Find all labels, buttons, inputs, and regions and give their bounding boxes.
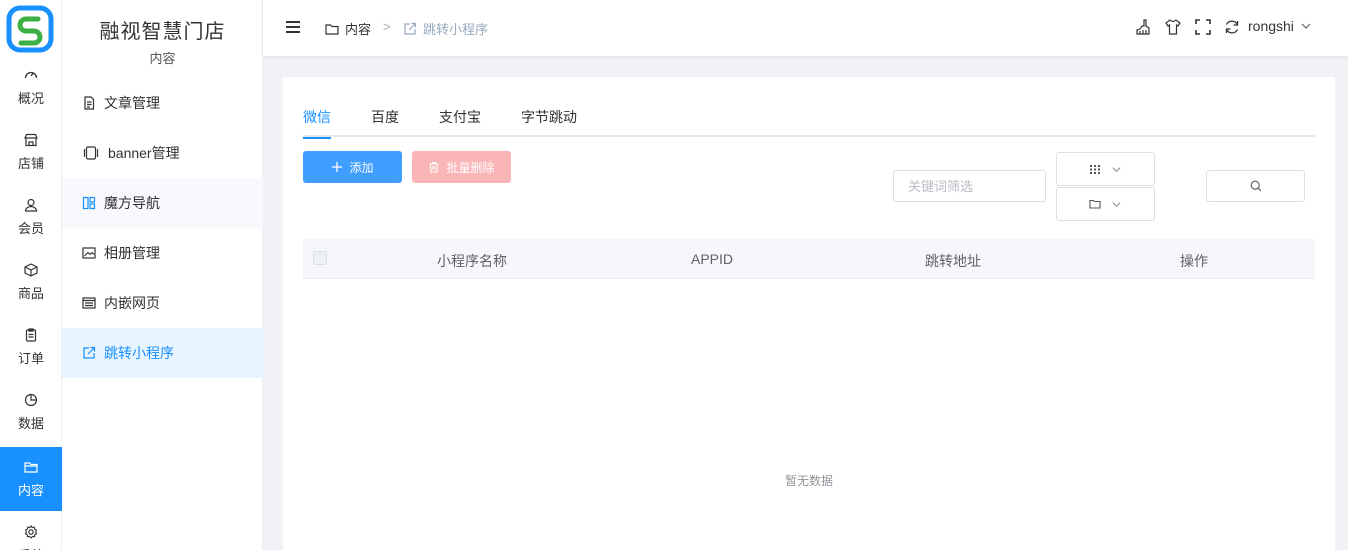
top-header: 内容 > 跳转小程序 rongshi bbox=[263, 0, 1348, 56]
rail-item-label: 商品 bbox=[17, 285, 44, 301]
grid-icon bbox=[1090, 165, 1100, 174]
breadcrumb-label: 内容 bbox=[345, 22, 372, 37]
tab-label: 微信 bbox=[303, 109, 331, 125]
category-select[interactable] bbox=[1056, 152, 1155, 186]
dashboard-icon bbox=[24, 71, 38, 78]
breadcrumb-item-content[interactable]: 内容 bbox=[325, 19, 371, 38]
table-header: 小程序名称 APPID 跳转地址 操作 bbox=[303, 239, 1315, 279]
empty-table-text: 暂无数据 bbox=[784, 474, 833, 488]
submenu-item-label: 文章管理 bbox=[104, 95, 160, 111]
tab-alipay[interactable]: 支付宝 bbox=[439, 107, 481, 137]
share-icon bbox=[404, 22, 417, 35]
column-header-actions: 操作 bbox=[1180, 253, 1208, 269]
document-icon bbox=[84, 96, 95, 110]
breadcrumb-label: 跳转小程序 bbox=[423, 22, 489, 37]
submenu-item-label: 魔方导航 bbox=[104, 195, 160, 211]
rail-item-label: 订单 bbox=[17, 350, 44, 366]
trash-icon bbox=[429, 161, 439, 173]
submenu-item-cube-nav[interactable]: 魔方导航 bbox=[62, 178, 263, 228]
platform-tabs: 微信 百度 支付宝 字节跳动 bbox=[303, 107, 1315, 139]
plus-icon bbox=[332, 162, 343, 172]
content-submenu: 融视智慧门店 内容 文章管理 banner管理 魔方导航 相册管理 内嵌网页 跳… bbox=[62, 0, 263, 550]
submenu-item-album[interactable]: 相册管理 bbox=[62, 228, 263, 278]
breadcrumb-separator: > bbox=[383, 19, 391, 34]
rail-item-label: 会员 bbox=[17, 220, 44, 236]
rail-item-system[interactable]: 系统 bbox=[0, 512, 62, 550]
rail-item-label: 概况 bbox=[17, 90, 44, 106]
submenu-item-label: 相册管理 bbox=[104, 245, 160, 261]
chevron-down-icon bbox=[1112, 201, 1121, 207]
search-icon bbox=[1250, 180, 1261, 192]
picture-icon bbox=[82, 247, 96, 259]
column-header-appid: APPID bbox=[690, 251, 734, 267]
submenu-item-label: banner管理 bbox=[108, 145, 180, 161]
submenu-item-embedded-page[interactable]: 内嵌网页 bbox=[62, 278, 263, 328]
rail-item-shop[interactable]: 店铺 bbox=[0, 120, 62, 184]
rail-item-label: 内容 bbox=[17, 482, 44, 498]
main-nav-rail: 概况 店铺 会员 商品 订单 数据 内容 系统 bbox=[0, 0, 62, 550]
folder-icon bbox=[24, 461, 38, 473]
refresh-icon[interactable] bbox=[1223, 18, 1241, 36]
clipboard-icon bbox=[25, 327, 37, 342]
carousel-icon bbox=[83, 146, 99, 160]
chevron-down-icon bbox=[1301, 23, 1311, 29]
box-icon bbox=[24, 262, 38, 277]
rail-item-member[interactable]: 会员 bbox=[0, 185, 62, 249]
rail-item-label: 系统 bbox=[18, 545, 44, 550]
rail-item-content[interactable]: 内容 bbox=[0, 447, 62, 511]
batch-delete-button[interactable]: 批量删除 bbox=[412, 151, 511, 183]
username: rongshi bbox=[1248, 18, 1294, 34]
user-icon bbox=[24, 198, 38, 212]
grid-nav-icon bbox=[82, 196, 96, 210]
batch-delete-label: 批量删除 bbox=[446, 160, 495, 175]
submenu-item-banner[interactable]: banner管理 bbox=[62, 128, 263, 178]
brand-title: 融视智慧门店 bbox=[99, 21, 226, 43]
submenu-item-miniprogram-jump[interactable]: 跳转小程序 bbox=[62, 328, 263, 378]
rail-item-overview[interactable]: 概况 bbox=[0, 55, 62, 119]
tab-bytedance[interactable]: 字节跳动 bbox=[521, 107, 577, 137]
chevron-down-icon bbox=[1112, 166, 1121, 172]
keyword-filter-input[interactable] bbox=[893, 170, 1046, 202]
folder-icon bbox=[1089, 199, 1101, 209]
rail-item-label: 数据 bbox=[17, 415, 44, 431]
rail-item-goods[interactable]: 商品 bbox=[0, 250, 62, 314]
folder-icon bbox=[325, 23, 339, 35]
gear-icon bbox=[24, 524, 38, 539]
column-header-url: 跳转地址 bbox=[925, 253, 981, 269]
submenu-item-label: 跳转小程序 bbox=[104, 345, 174, 361]
brush-icon[interactable] bbox=[1134, 18, 1152, 36]
logo-icon bbox=[6, 5, 54, 53]
rail-item-orders[interactable]: 订单 bbox=[0, 315, 62, 379]
tab-active-indicator bbox=[303, 137, 331, 139]
shirt-icon[interactable] bbox=[1164, 18, 1182, 36]
hamburger-menu-icon[interactable] bbox=[285, 19, 301, 35]
select-all-checkbox[interactable] bbox=[313, 251, 327, 265]
pie-chart-icon bbox=[24, 393, 38, 406]
rail-item-label: 店铺 bbox=[17, 155, 44, 171]
tab-label: 支付宝 bbox=[439, 109, 481, 125]
submenu-item-articles[interactable]: 文章管理 bbox=[62, 78, 263, 128]
search-button[interactable] bbox=[1206, 170, 1305, 202]
add-button-label: 添加 bbox=[349, 160, 374, 175]
submenu-section-title: 内容 bbox=[149, 51, 176, 66]
tab-label: 字节跳动 bbox=[521, 109, 577, 125]
breadcrumb-item-current: 跳转小程序 bbox=[403, 19, 488, 38]
tab-label: 百度 bbox=[371, 109, 399, 125]
share-icon bbox=[83, 346, 96, 359]
user-menu[interactable]: rongshi bbox=[1248, 18, 1312, 34]
column-header-name: 小程序名称 bbox=[437, 253, 507, 269]
web-page-icon bbox=[82, 297, 96, 309]
shop-icon bbox=[24, 133, 38, 146]
add-button[interactable]: 添加 bbox=[303, 151, 402, 183]
rail-item-data[interactable]: 数据 bbox=[0, 380, 62, 444]
fullscreen-icon[interactable] bbox=[1194, 18, 1212, 36]
tab-baidu[interactable]: 百度 bbox=[371, 107, 399, 137]
folder-select[interactable] bbox=[1056, 187, 1155, 221]
submenu-item-label: 内嵌网页 bbox=[104, 295, 160, 311]
tab-wechat[interactable]: 微信 bbox=[303, 107, 331, 139]
content-card: 微信 百度 支付宝 字节跳动 添加 批量删除 小程序名称 APPID 跳转地址 … bbox=[283, 77, 1335, 550]
